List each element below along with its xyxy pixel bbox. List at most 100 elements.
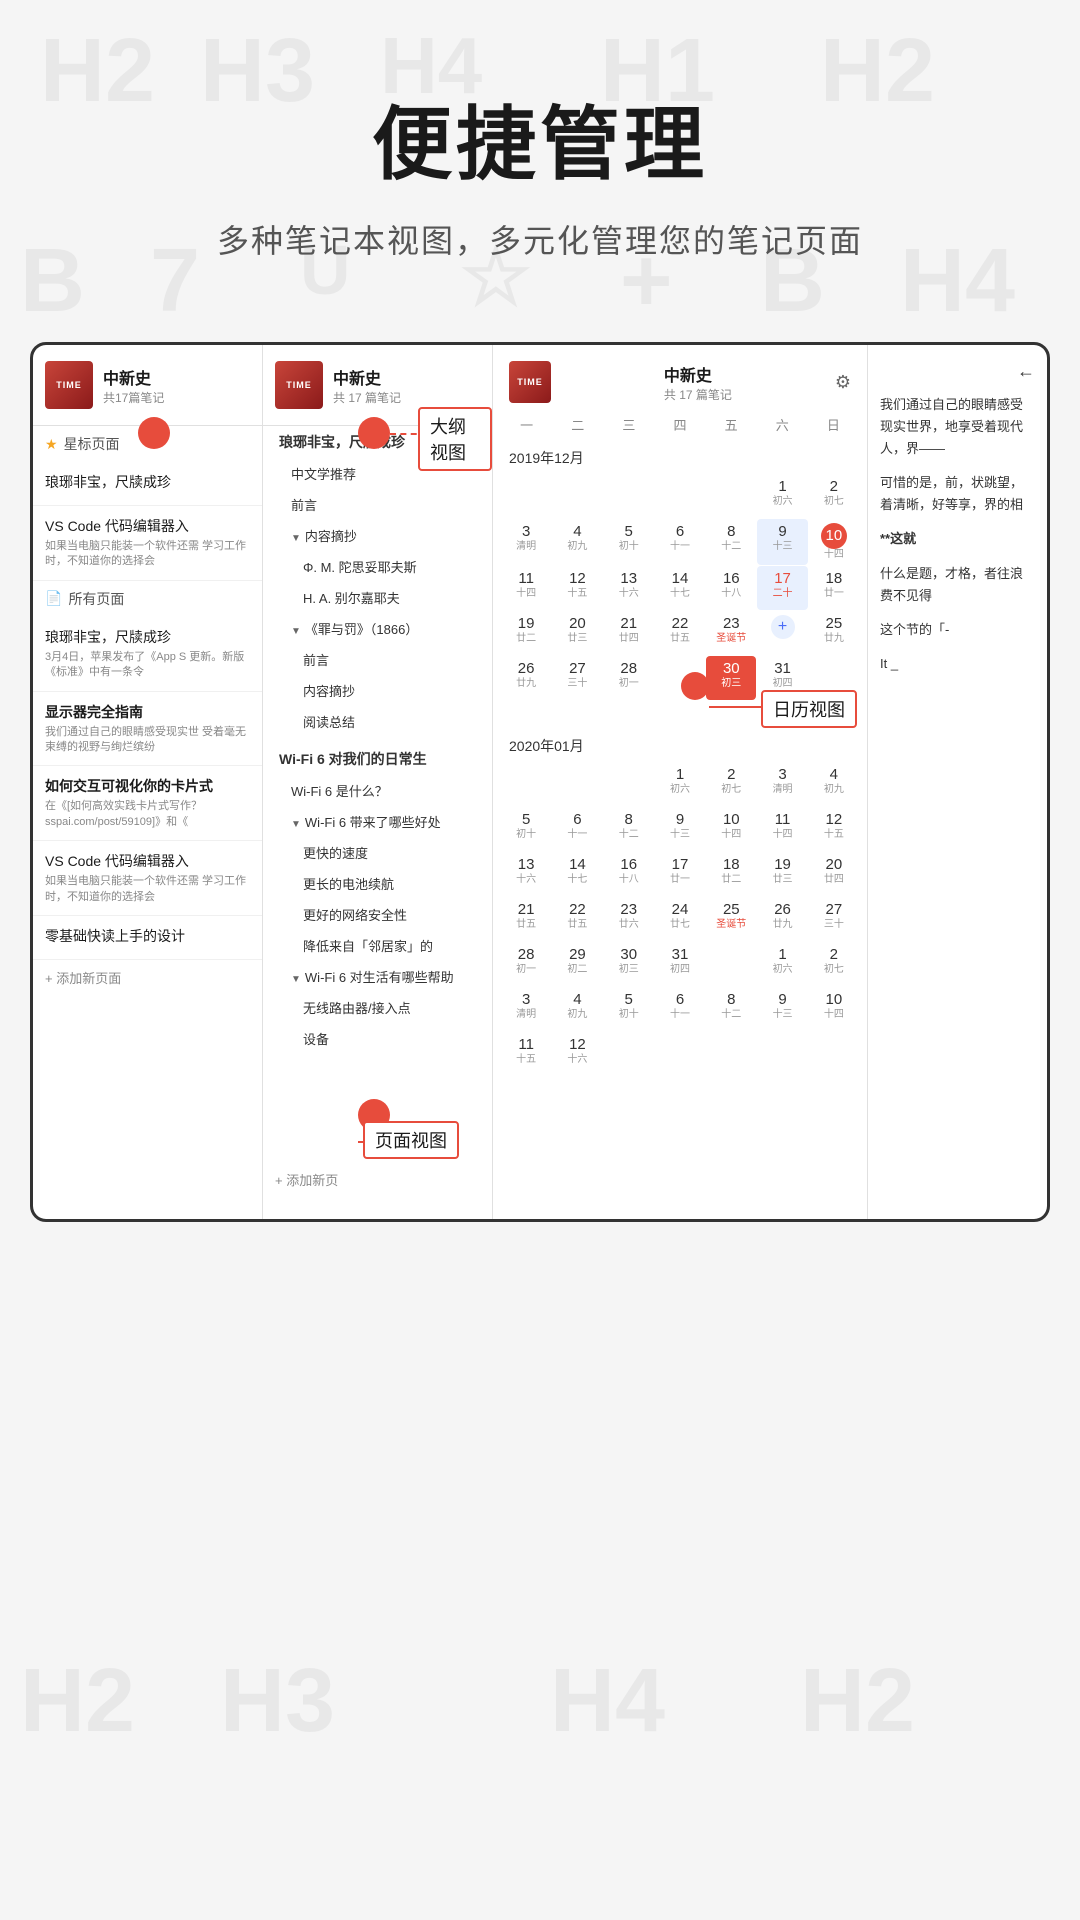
cal-day-jan-2b[interactable]: 2初七 <box>809 942 859 986</box>
cal-day-dec-21[interactable]: 21廿四 <box>604 611 654 655</box>
cal-day-jan-4b[interactable]: 4初九 <box>552 987 602 1031</box>
list-item-3[interactable]: 琅琊非宝，尺牍成珍 3月4日，苹果发布了《App S 更新。新版《标准》中有一条… <box>33 617 262 692</box>
cal-day-dec-6[interactable]: 6十一 <box>655 519 705 565</box>
cal-day-jan-9b[interactable]: 9十三 <box>757 987 807 1031</box>
cal-day-jan-3b[interactable]: 3清明 <box>501 987 551 1031</box>
outline-item-4[interactable]: ▼内容摘抄 <box>263 520 492 551</box>
cal-day-jan-20[interactable]: 20廿四 <box>809 852 859 896</box>
cal-day-dec-30[interactable]: 30初三 <box>706 656 756 700</box>
cal-day-jan-12[interactable]: 12十五 <box>809 807 859 851</box>
cal-day-dec-9[interactable]: 9十三 <box>757 519 807 565</box>
cal-day-dec-3[interactable]: 3清明 <box>501 519 551 565</box>
cal-day-dec-2[interactable]: 2初七 <box>809 474 859 518</box>
weekday-thu: 四 <box>654 411 705 438</box>
cal-day-dec-11[interactable]: 11十四 <box>501 566 551 610</box>
cal-day-dec-14[interactable]: 14十七 <box>655 566 705 610</box>
outline-item-19[interactable]: 无线路由器/接入点 <box>263 992 492 1023</box>
outline-item-8[interactable]: 前言 <box>263 644 492 675</box>
cal-day-jan-28[interactable]: 28初一 <box>501 942 551 986</box>
outline-item-14[interactable]: 更快的速度 <box>263 837 492 868</box>
cal-day-dec-23[interactable]: 23圣诞节 <box>706 611 756 655</box>
cal-day-jan-23[interactable]: 23廿六 <box>604 897 654 941</box>
cal-day-dec-13[interactable]: 13十六 <box>604 566 654 610</box>
cal-day-jan-2[interactable]: 2初七 <box>706 762 756 806</box>
cal-day-jan-30[interactable]: 30初三 <box>604 942 654 986</box>
outline-item-5[interactable]: Φ. M. 陀思妥耶夫斯 <box>263 551 492 582</box>
cal-day-dec-25[interactable]: 25廿九 <box>809 611 859 655</box>
cal-day-jan-26[interactable]: 26廿九 <box>757 897 807 941</box>
cal-day-add[interactable]: + <box>757 611 807 655</box>
cal-day-jan-6b[interactable]: 6十一 <box>655 987 705 1031</box>
cal-day-dec-20[interactable]: 20廿三 <box>552 611 602 655</box>
cal-day-jan-6[interactable]: 6十一 <box>552 807 602 851</box>
outline-item-10[interactable]: 阅读总结 <box>263 706 492 737</box>
cal-day-jan-11b[interactable]: 11十五 <box>501 1032 551 1076</box>
cal-day-jan-8[interactable]: 8十二 <box>604 807 654 851</box>
cal-day-dec-10[interactable]: 10十四 <box>809 519 859 565</box>
cal-day-jan-18[interactable]: 18廿二 <box>706 852 756 896</box>
cal-day-jan-19[interactable]: 19廿三 <box>757 852 807 896</box>
add-page-button-1[interactable]: + 添加新页面 <box>33 960 262 995</box>
cal-day-jan-10[interactable]: 10十四 <box>706 807 756 851</box>
list-item-1[interactable]: 琅琊非宝，尺牍成珍 <box>33 462 262 506</box>
outline-item-6[interactable]: H. A. 别尔嘉耶夫 <box>263 582 492 613</box>
outline-item-18[interactable]: ▼Wi-Fi 6 对生活有哪些帮助 <box>263 961 492 992</box>
outline-item-11[interactable]: Wi-Fi 6 对我们的日常生 <box>263 743 492 775</box>
cal-day-jan-17[interactable]: 17廿一 <box>655 852 705 896</box>
list-item-7[interactable]: 零基础快读上手的设计 <box>33 916 262 960</box>
cal-day-jan-4[interactable]: 4初九 <box>809 762 859 806</box>
list-item-2[interactable]: VS Code 代码编辑器入 如果当电脑只能装一个软件还需 学习工作时，不知道你… <box>33 506 262 581</box>
cal-day-jan-13[interactable]: 13十六 <box>501 852 551 896</box>
cal-day-jan-22[interactable]: 22廿五 <box>552 897 602 941</box>
cal-day-dec-27[interactable]: 27三十 <box>552 656 602 700</box>
cal-day-dec-19[interactable]: 19廿二 <box>501 611 551 655</box>
cal-day-dec-28[interactable]: 28初一 <box>604 656 654 700</box>
cal-day-jan-21[interactable]: 21廿五 <box>501 897 551 941</box>
cal-day-dec-26[interactable]: 26廿九 <box>501 656 551 700</box>
cal-empty-jan-3 <box>604 762 654 806</box>
cal-day-jan-25[interactable]: 25圣诞节 <box>706 897 756 941</box>
add-page-button-2[interactable]: + 添加新页 <box>275 1170 338 1189</box>
outline-item-13[interactable]: ▼Wi-Fi 6 带来了哪些好处 <box>263 806 492 837</box>
back-arrow-icon[interactable]: ← <box>1017 361 1035 382</box>
cal-day-dec-5[interactable]: 5初十 <box>604 519 654 565</box>
outline-item-3[interactable]: 前言 <box>263 489 492 520</box>
cal-day-jan-1[interactable]: 1初六 <box>655 762 705 806</box>
outline-item-17[interactable]: 降低来自「邻居家」的 <box>263 930 492 961</box>
cal-day-jan-24[interactable]: 24廿七 <box>655 897 705 941</box>
list-item-6[interactable]: VS Code 代码编辑器入 如果当电脑只能装一个软件还需 学习工作时，不知道你… <box>33 841 262 916</box>
gear-icon[interactable]: ⚙ <box>835 372 851 393</box>
cal-day-jan-8b[interactable]: 8十二 <box>706 987 756 1031</box>
cal-day-jan-10b[interactable]: 10十四 <box>809 987 859 1031</box>
outline-item-20[interactable]: 设备 <box>263 1023 492 1054</box>
cal-day-dec-8[interactable]: 8十二 <box>706 519 756 565</box>
cal-day-dec-4[interactable]: 4初九 <box>552 519 602 565</box>
cal-day-dec-16[interactable]: 16十八 <box>706 566 756 610</box>
cal-day-jan-29[interactable]: 29初二 <box>552 942 602 986</box>
outline-item-9[interactable]: 内容摘抄 <box>263 675 492 706</box>
outline-item-15[interactable]: 更长的电池续航 <box>263 868 492 899</box>
cal-day-jan-27[interactable]: 27三十 <box>809 897 859 941</box>
cal-day-jan-5b[interactable]: 5初十 <box>604 987 654 1031</box>
cal-day-jan-14[interactable]: 14十七 <box>552 852 602 896</box>
cal-day-dec-18[interactable]: 18廿一 <box>809 566 859 610</box>
outline-item-7[interactable]: ▼《罪与罚》（1866） <box>263 613 492 644</box>
list-item-5[interactable]: 如何交互可视化你的卡片式 在《[如何高效实践卡片式写作？ sspai.com/p… <box>33 766 262 841</box>
cal-day-jan-5[interactable]: 5初十 <box>501 807 551 851</box>
cal-day-dec-12[interactable]: 12十五 <box>552 566 602 610</box>
cal-day-dec-17[interactable]: 17二十 <box>757 566 807 610</box>
list-item-desc-3: 3月4日，苹果发布了《App S 更新。新版《标准》中有一条令 <box>45 650 250 681</box>
cal-day-jan-11[interactable]: 11十四 <box>757 807 807 851</box>
cal-day-jan-3[interactable]: 3清明 <box>757 762 807 806</box>
outline-item-16[interactable]: 更好的网络安全性 <box>263 899 492 930</box>
cal-day-jan-16[interactable]: 16十八 <box>604 852 654 896</box>
cal-day-jan-12b[interactable]: 12十六 <box>552 1032 602 1076</box>
outline-item-12[interactable]: Wi-Fi 6 是什么？ <box>263 775 492 806</box>
cal-day-dec-1[interactable]: 1初六 <box>757 474 807 518</box>
cal-day-dec-22[interactable]: 22廿五 <box>655 611 705 655</box>
list-panel-header: 中新史 共17篇笔记 <box>33 345 262 426</box>
cal-day-jan-1b[interactable]: 1初六 <box>757 942 807 986</box>
cal-day-jan-9[interactable]: 9十三 <box>655 807 705 851</box>
cal-day-jan-31[interactable]: 31初四 <box>655 942 705 986</box>
list-item-4[interactable]: 显示器完全指南 我们通过自己的眼睛感受现实世 受着毫无束缚的视野与绚烂缤纷 <box>33 692 262 767</box>
